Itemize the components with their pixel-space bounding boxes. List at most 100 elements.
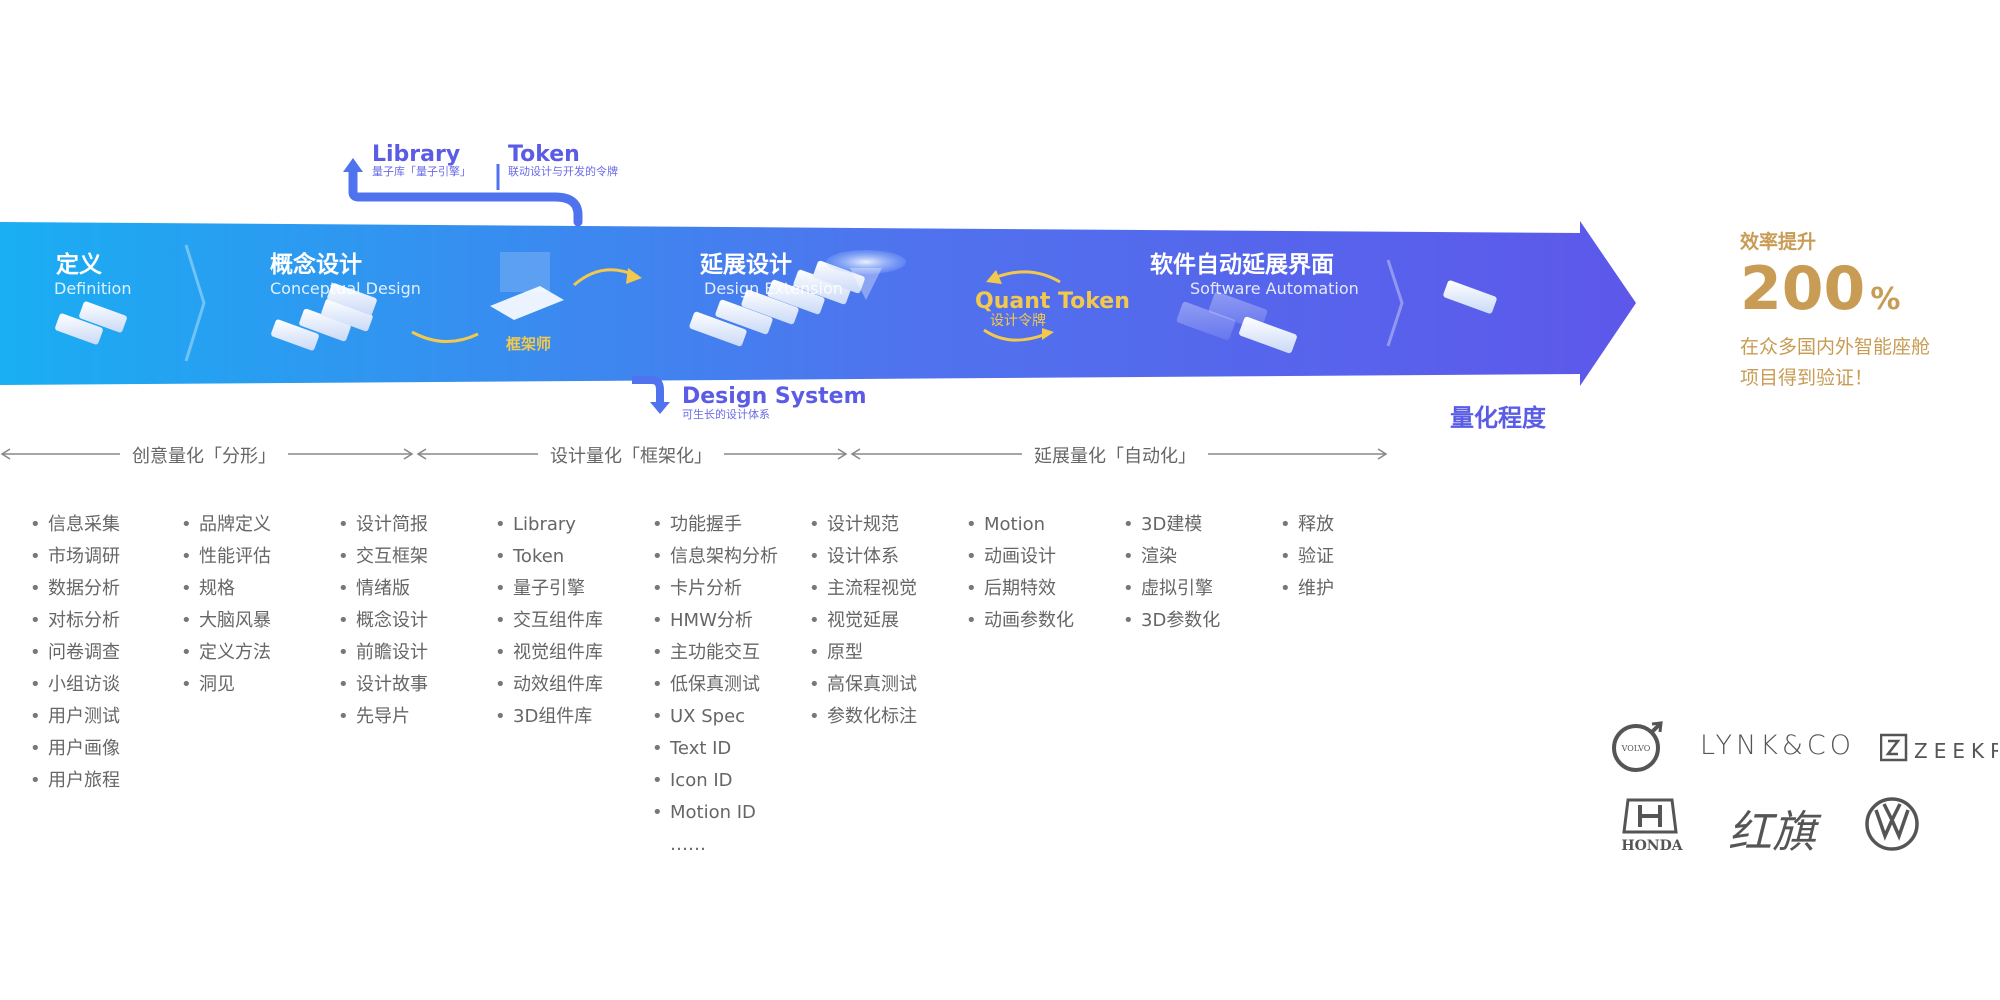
design-system-arrowhead (650, 402, 670, 414)
list-item: 信息采集 (30, 509, 120, 541)
list-item: 用户画像 (30, 733, 120, 765)
column-library: Library Token 量子引擎 交互组件库 视觉组件库 动效组件库 3D组… (495, 509, 603, 733)
list-item: 动画参数化 (966, 605, 1074, 637)
efficiency-value-row: 200 % (1740, 254, 1900, 324)
quant-token-subtitle: 设计令牌 (990, 313, 1046, 329)
library-up-arrowhead (343, 158, 363, 172)
hongqi-logo: 红旗 (1728, 807, 1816, 858)
stage-title-automation: 软件自动延展界面 (1150, 252, 1334, 278)
honda-logo: HONDA (1610, 796, 1694, 854)
stage-subtitle-extension: Design Extension (704, 279, 843, 298)
list-item: 高保真测试 (809, 669, 917, 701)
design-system-down-arrow (632, 376, 664, 403)
list-item: 设计规范 (809, 509, 917, 541)
efficiency-unit: % (1870, 282, 1901, 317)
list-item: 视觉延展 (809, 605, 917, 637)
list-item: 低保真测试 (652, 669, 778, 701)
list-item: 对标分析 (30, 605, 120, 637)
list-item: 交互组件库 (495, 605, 603, 637)
column-motion: Motion 动画设计 后期特效 动画参数化 (966, 509, 1074, 637)
list-item: 动画设计 (966, 541, 1074, 573)
efficiency-title: 效率提升 (1740, 231, 1817, 253)
list-item: 视觉组件库 (495, 637, 603, 669)
list-item: 参数化标注 (809, 701, 917, 733)
library-subtitle: 量子库「量子引擎」 (372, 165, 471, 178)
list-item: UX Spec (652, 701, 778, 733)
framer-label: 框架师 (506, 335, 552, 353)
column-release: 释放 验证 维护 (1280, 509, 1334, 605)
phase-label-creative: 创意量化「分形」 (120, 442, 288, 468)
list-ellipsis: …… (670, 834, 706, 855)
list-item: 卡片分析 (652, 573, 778, 605)
list-item: 概念设计 (338, 605, 428, 637)
list-item: 后期特效 (966, 573, 1074, 605)
list-item: 用户测试 (30, 701, 120, 733)
list-item: 性能评估 (181, 541, 271, 573)
list-item: 3D组件库 (495, 701, 603, 733)
volvo-logo-text: VOLVO (1621, 744, 1651, 753)
zeekr-logo-text: ZEEKR (1914, 739, 1998, 763)
volkswagen-logo (1864, 796, 1920, 852)
stage-title-extension: 延展设计 (700, 252, 792, 278)
column-interaction: 功能握手 信息架构分析 卡片分析 HMW分析 主功能交互 低保真测试 UX Sp… (652, 509, 778, 861)
phase-label-design: 设计量化「框架化」 (538, 442, 724, 468)
list-item: 虚拟引擎 (1123, 573, 1220, 605)
phase-label-extension: 延展量化「自动化」 (1022, 442, 1208, 468)
list-item: 3D参数化 (1123, 605, 1220, 637)
list-item: 设计简报 (338, 509, 428, 541)
column-visual: 设计规范 设计体系 主流程视觉 视觉延展 原型 高保真测试 参数化标注 (809, 509, 917, 733)
column-definition: 品牌定义 性能评估 规格 大脑风暴 定义方法 洞见 (181, 509, 271, 701)
stage-title-definition: 定义 (56, 252, 102, 278)
list-item: 主流程视觉 (809, 573, 917, 605)
list-item: Token (495, 541, 603, 573)
list-item: 量子引擎 (495, 573, 603, 605)
list-item: 功能握手 (652, 509, 778, 541)
lynkco-logo: LYNK&CO (1700, 730, 1856, 761)
efficiency-value: 200 (1740, 254, 1866, 324)
stage-subtitle-automation: Software Automation (1190, 279, 1359, 298)
list-item: 定义方法 (181, 637, 271, 669)
volvo-logo: VOLVO (1610, 720, 1664, 774)
honda-logo-text: HONDA (1621, 838, 1683, 852)
list-item: 先导片 (338, 701, 428, 733)
zeekr-logo: ZEEKR (1880, 730, 1998, 766)
column-research: 信息采集 市场调研 数据分析 对标分析 问卷调查 小组访谈 用户测试 用户画像 … (30, 509, 120, 797)
stage-subtitle-definition: Definition (54, 279, 132, 298)
list-item: 数据分析 (30, 573, 120, 605)
list-item: 问卷调查 (30, 637, 120, 669)
list-item: 维护 (1280, 573, 1334, 605)
stage-title-conceptual: 概念设计 (270, 252, 362, 278)
process-arrow-banner (0, 158, 1636, 414)
list-item: Motion ID (652, 797, 778, 829)
list-item: 设计体系 (809, 541, 917, 573)
stage-subtitle-conceptual: Conceptual Design (270, 279, 421, 298)
list-item: Icon ID (652, 765, 778, 797)
list-item: 原型 (809, 637, 917, 669)
column-3d: 3D建模 渲染 虚拟引擎 3D参数化 (1123, 509, 1220, 637)
list-item: 交互框架 (338, 541, 428, 573)
list-item: 情绪版 (338, 573, 428, 605)
list-item: 动效组件库 (495, 669, 603, 701)
list-item: 渲染 (1123, 541, 1220, 573)
list-item: 市场调研 (30, 541, 120, 573)
column-concept: 设计简报 交互框架 情绪版 概念设计 前瞻设计 设计故事 先导片 (338, 509, 428, 733)
list-item: 3D建模 (1123, 509, 1220, 541)
list-item: 设计故事 (338, 669, 428, 701)
list-item: 大脑风暴 (181, 605, 271, 637)
design-system-subtitle: 可生长的设计体系 (682, 408, 770, 421)
efficiency-note-line2: 项目得到验证！ (1740, 367, 1874, 389)
list-item: 规格 (181, 573, 271, 605)
list-item: 用户旅程 (30, 765, 120, 797)
list-item: Text ID (652, 733, 778, 765)
token-subtitle: 联动设计与开发的令牌 (508, 165, 618, 178)
list-item: 信息架构分析 (652, 541, 778, 573)
list-item: 洞见 (181, 669, 271, 701)
list-item: 小组访谈 (30, 669, 120, 701)
quantification-axis-label: 量化程度 (1450, 404, 1546, 432)
list-item: 释放 (1280, 509, 1334, 541)
list-item: 前瞻设计 (338, 637, 428, 669)
list-item: HMW分析 (652, 605, 778, 637)
list-item: 主功能交互 (652, 637, 778, 669)
list-item: 验证 (1280, 541, 1334, 573)
list-item: 品牌定义 (181, 509, 271, 541)
